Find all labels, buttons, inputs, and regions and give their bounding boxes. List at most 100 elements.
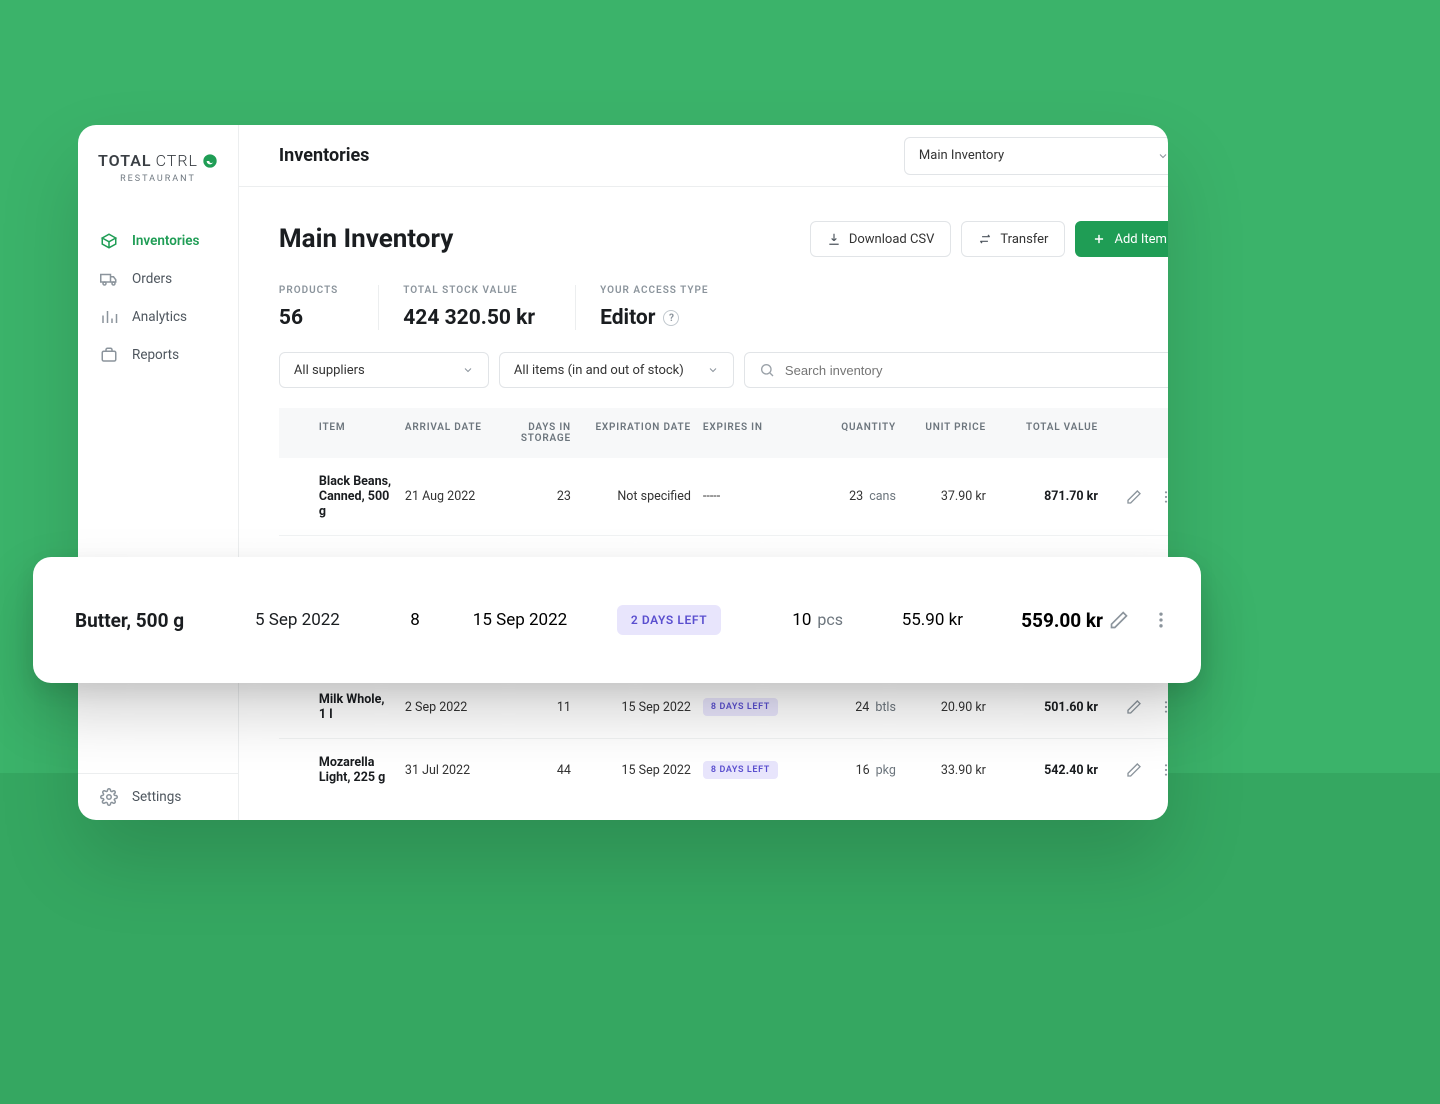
truck-icon	[100, 270, 118, 288]
sidebar-item-label: Inventories	[132, 233, 200, 249]
inventory-select[interactable]: Main Inventory	[904, 137, 1168, 175]
expires-badge: 8 DAYS LEFT	[703, 761, 778, 779]
cell-days: 11	[499, 700, 577, 715]
briefcase-icon	[100, 346, 118, 364]
cell-price: 20.90 kr	[902, 700, 992, 715]
stat-label: YOUR ACCESS TYPE	[600, 285, 709, 296]
sidebar-nav: Inventories Orders Analytics Reports	[78, 194, 238, 374]
bars-icon	[100, 308, 118, 326]
edit-icon[interactable]	[1126, 699, 1142, 715]
download-icon	[827, 232, 841, 246]
edit-icon[interactable]	[1126, 489, 1142, 505]
cell-unit: btls	[875, 700, 896, 715]
supplier-filter[interactable]: All suppliers	[279, 352, 489, 388]
transfer-icon	[978, 232, 992, 246]
box-icon	[100, 232, 118, 250]
chevron-down-icon	[707, 364, 719, 376]
help-icon[interactable]: ?	[663, 310, 679, 326]
col-expires-in: EXPIRES IN	[697, 422, 792, 433]
cell-expiration: 15 Sep 2022	[577, 763, 697, 778]
sidebar-item-settings[interactable]: Settings	[78, 773, 238, 820]
search-input[interactable]	[785, 363, 1168, 378]
cell-arrival: 2 Sep 2022	[399, 700, 499, 715]
sidebar-item-orders[interactable]: Orders	[86, 260, 230, 298]
brand-swirl-icon	[202, 153, 218, 169]
cell-arrival: 21 Aug 2022	[399, 489, 499, 504]
settings-label: Settings	[132, 789, 181, 805]
cell-days: 23	[499, 489, 577, 504]
col-item: ITEM	[279, 422, 399, 433]
cell-unit: pcs	[817, 610, 843, 629]
stat-products: PRODUCTS 56	[279, 285, 378, 330]
table-row[interactable]: Milk Whole, 1 l 2 Sep 2022 11 15 Sep 202…	[279, 676, 1168, 739]
cell-item: Butter, 500 g	[75, 609, 255, 632]
sidebar-item-inventories[interactable]: Inventories	[86, 222, 230, 260]
col-total: TOTAL VALUE	[992, 422, 1104, 433]
cell-qty: 23	[849, 489, 863, 504]
col-expiration: EXPIRATION DATE	[577, 422, 697, 433]
sidebar-item-label: Orders	[132, 271, 172, 287]
table-row[interactable]: Black Beans, Canned, 500 g 21 Aug 2022 2…	[279, 458, 1168, 536]
more-icon[interactable]	[1158, 762, 1168, 778]
cell-total: 501.60 kr	[992, 700, 1104, 715]
supplier-filter-value: All suppliers	[294, 363, 365, 378]
more-icon[interactable]	[1151, 610, 1171, 630]
expires-badge: 2 DAYS LEFT	[617, 605, 721, 635]
stat-value: 56	[279, 306, 338, 330]
cell-expiration: 15 Sep 2022	[577, 700, 697, 715]
col-quantity: QUANTITY	[792, 422, 902, 433]
more-icon[interactable]	[1158, 699, 1168, 715]
cell-item: Black Beans, Canned, 500 g	[279, 474, 399, 519]
stock-filter-value: All items (in and out of stock)	[514, 363, 684, 378]
table-row[interactable]: Mozarella Light, 225 g 31 Jul 2022 44 15…	[279, 739, 1168, 801]
cell-total: 871.70 kr	[992, 489, 1104, 504]
cell-expires-in: -----	[697, 489, 792, 504]
cell-expiration: Not specified	[577, 489, 697, 504]
transfer-button[interactable]: Transfer	[961, 221, 1065, 257]
cell-item: Mozarella Light, 225 g	[279, 755, 399, 785]
cell-qty: 24	[855, 700, 869, 715]
cell-arrival: 5 Sep 2022	[255, 610, 385, 630]
expires-badge: 8 DAYS LEFT	[703, 698, 778, 716]
cell-unit: pkg	[876, 763, 896, 778]
cell-total: 559.00 kr	[963, 609, 1103, 632]
cell-days: 8	[385, 610, 445, 630]
edit-icon[interactable]	[1109, 610, 1129, 630]
download-csv-button[interactable]: Download CSV	[810, 221, 952, 257]
stat-value: Editor	[600, 306, 655, 330]
cell-arrival: 31 Jul 2022	[399, 763, 499, 778]
sidebar-item-analytics[interactable]: Analytics	[86, 298, 230, 336]
more-icon[interactable]	[1158, 489, 1168, 505]
cell-days: 44	[499, 763, 577, 778]
search-field[interactable]	[744, 352, 1168, 388]
stat-access: YOUR ACCESS TYPE Editor ?	[575, 285, 749, 330]
col-arrival: ARRIVAL DATE	[399, 422, 499, 433]
table-header: ITEM ARRIVAL DATE DAYS IN STORAGE EXPIRA…	[279, 408, 1168, 458]
stats-row: PRODUCTS 56 TOTAL STOCK VALUE 424 320.50…	[279, 285, 1168, 330]
sidebar-item-reports[interactable]: Reports	[86, 336, 230, 374]
top-bar: Inventories Main Inventory	[239, 125, 1168, 187]
page-title: Main Inventory	[279, 224, 453, 254]
add-item-button[interactable]: Add Item	[1075, 221, 1168, 257]
sidebar-item-label: Analytics	[132, 309, 187, 325]
brand-subtitle: RESTAURANT	[98, 174, 218, 184]
cell-total: 542.40 kr	[992, 763, 1104, 778]
sidebar-item-label: Reports	[132, 347, 179, 363]
plus-icon	[1092, 232, 1106, 246]
brand-logo: TOTALCTRL RESTAURANT	[78, 125, 238, 194]
edit-icon[interactable]	[1126, 762, 1142, 778]
cell-item: Milk Whole, 1 l	[279, 692, 399, 722]
stat-stock-value: TOTAL STOCK VALUE 424 320.50 kr	[378, 285, 575, 330]
col-unit-price: UNIT PRICE	[902, 422, 992, 433]
brand-thin: CTRL	[156, 151, 198, 170]
filters-row: All suppliers All items (in and out of s…	[279, 352, 1168, 388]
stat-value: 424 320.50 kr	[403, 306, 535, 330]
stock-filter[interactable]: All items (in and out of stock)	[499, 352, 734, 388]
col-days: DAYS IN STORAGE	[499, 422, 577, 444]
content: Main Inventory Download CSV Transfer Add…	[239, 187, 1168, 801]
cell-unit: cans	[869, 489, 896, 504]
gear-icon	[100, 788, 118, 806]
featured-row-card[interactable]: Butter, 500 g 5 Sep 2022 8 15 Sep 2022 2…	[33, 557, 1201, 683]
chevron-down-icon	[1157, 150, 1168, 162]
main-area: Inventories Main Inventory Main Inventor…	[239, 125, 1168, 820]
